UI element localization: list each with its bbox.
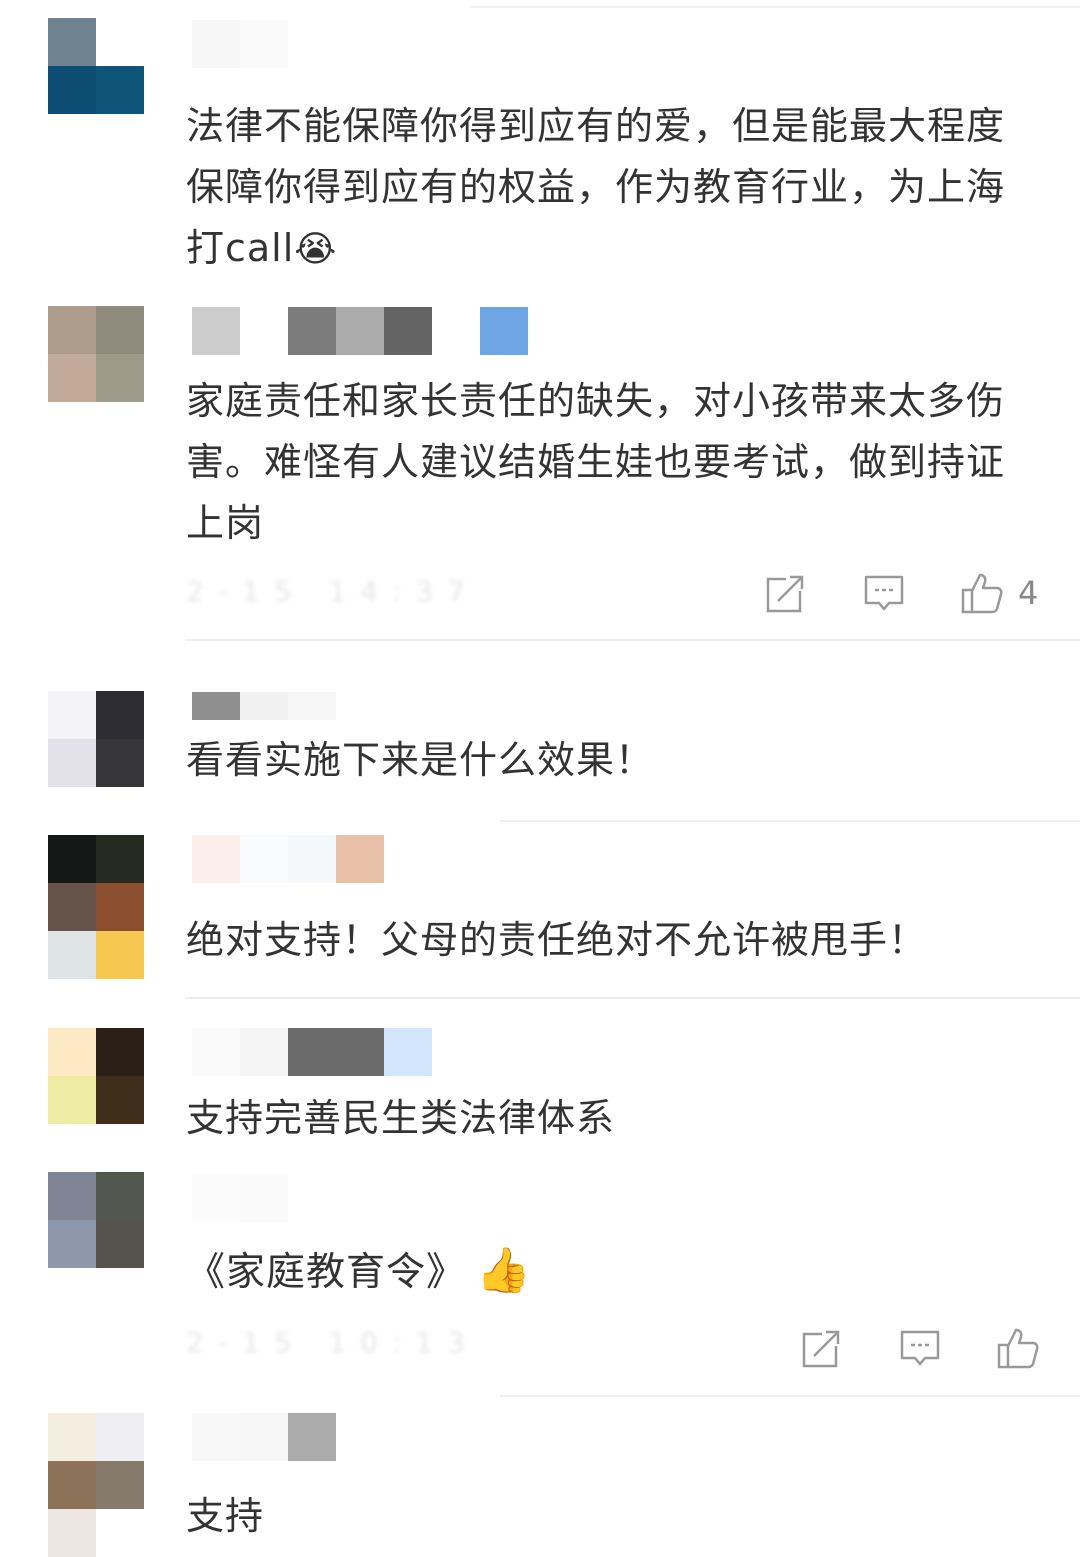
avatar[interactable] [48, 1172, 144, 1268]
comment-item: 《家庭教育令》 👍 2-15 10:13 [0, 1148, 1080, 1398]
comment-actions [800, 1324, 1040, 1372]
comment-text: 家庭责任和家长责任的缺失，对小孩带来太多伤害。难怪有人建议结婚生娃也要考试，做到… [186, 379, 1006, 545]
comment-item: 家庭责任和家长责任的缺失，对小孩带来太多伤害。难怪有人建议结婚生娃也要考试，做到… [0, 285, 1080, 641]
divider [500, 1395, 1080, 1397]
username-masked[interactable] [192, 1413, 336, 1461]
comment-item: 支持完善民生类法律体系 [0, 998, 1080, 1148]
like-count: 4 [1018, 574, 1039, 612]
comment-text: 看看实施下来是什么效果！ [186, 738, 655, 782]
avatar[interactable] [48, 691, 144, 787]
username-masked[interactable] [192, 307, 528, 355]
comment-item: 支持 [0, 1398, 1080, 1557]
comment-item: 看看实施下来是什么效果！ [0, 640, 1080, 822]
comment-text-content: 《家庭教育令》 [186, 1250, 467, 1295]
comment-feed: 法律不能保障你得到应有的爱，但是能最大程度保障你得到应有的权益，作为教育行业，为… [0, 0, 1080, 1557]
username-masked[interactable] [192, 835, 384, 883]
comment-text: 支持完善民生类法律体系 [186, 1096, 616, 1140]
comment-timestamp: 2-15 14:37 [186, 575, 480, 608]
comment-item: 绝对支持！父母的责任绝对不允许被甩手！ [0, 820, 1080, 999]
comment-actions: 4 [764, 569, 1038, 617]
username-masked[interactable] [192, 1174, 288, 1222]
divider [470, 6, 1080, 8]
comment-text: 《家庭教育令》 👍 [186, 1240, 1016, 1303]
comment-icon[interactable] [898, 1326, 942, 1370]
thumbs-up-icon[interactable] [996, 1326, 1040, 1370]
avatar[interactable] [48, 306, 144, 402]
avatar[interactable] [48, 1413, 144, 1557]
comment-text: 绝对支持！父母的责任绝对不允许被甩手！ [186, 918, 928, 962]
username-masked[interactable] [192, 1028, 432, 1076]
comment-item: 法律不能保障你得到应有的爱，但是能最大程度保障你得到应有的权益，作为教育行业，为… [0, 0, 1080, 285]
avatar[interactable] [48, 1028, 144, 1124]
username-masked[interactable] [192, 692, 336, 720]
comment-timestamp: 2-15 10:13 [186, 1326, 480, 1359]
share-icon[interactable] [764, 571, 808, 615]
crying-face-emoji: 😭 [294, 229, 338, 270]
comment-icon[interactable] [862, 571, 906, 615]
avatar[interactable] [48, 18, 144, 114]
avatar[interactable] [48, 835, 144, 979]
comment-text: 支持 [186, 1494, 265, 1538]
share-icon[interactable] [800, 1326, 844, 1370]
comment-text: 法律不能保障你得到应有的爱，但是能最大程度保障你得到应有的权益，作为教育行业，为… [186, 96, 1016, 280]
username-masked[interactable] [192, 20, 288, 68]
thumbs-up-icon[interactable] [960, 571, 1004, 615]
thumbs-up-emoji: 👍 [476, 1245, 532, 1296]
